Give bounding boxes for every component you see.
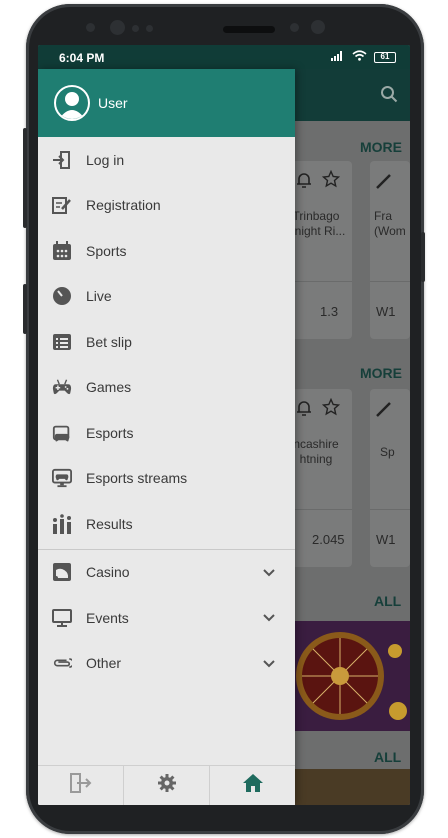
menu-item-casino[interactable]: Casino <box>38 550 295 596</box>
more-link: MORE <box>360 365 402 381</box>
card-separator <box>370 509 410 510</box>
star-icon <box>321 169 341 193</box>
menu-item-label: Live <box>86 288 112 305</box>
sensor-dot <box>86 23 95 32</box>
star-icon <box>321 397 341 421</box>
menu-item-sports[interactable]: Sports <box>38 228 295 274</box>
search-icon <box>380 85 398 108</box>
menu-item-esports-streams[interactable]: Esports streams <box>38 456 295 502</box>
live-icon <box>52 286 72 306</box>
speaker-grille <box>223 26 275 33</box>
front-camera <box>110 20 125 35</box>
status-time: 6:04 PM <box>59 51 105 65</box>
sport-icon <box>374 399 394 424</box>
status-icons: 61 <box>331 50 396 64</box>
event-card: Sp W1 <box>370 389 410 567</box>
games-icon <box>52 377 72 397</box>
power-button <box>421 232 425 282</box>
menu-item-label: Events <box>86 609 129 626</box>
menu-item-events[interactable]: Events <box>38 595 295 641</box>
user-name: User <box>98 95 128 111</box>
fortune-wheel-image <box>295 621 410 731</box>
menu-item-bet-slip[interactable]: Bet slip <box>38 319 295 365</box>
event-odds: 1.3 <box>320 304 339 319</box>
casino-icon <box>52 562 72 582</box>
promo-banner <box>295 769 410 805</box>
menu-item-label: Other <box>86 655 122 672</box>
menu-item-label: Sports <box>86 242 127 259</box>
logout-icon <box>69 773 92 798</box>
more-link: MORE <box>360 139 402 155</box>
user-avatar-icon <box>54 85 90 121</box>
chevron-down-icon[interactable] <box>263 564 275 580</box>
screen: 6:04 PM 61 MORE Trinbago Knight Ri... 1.… <box>38 45 410 805</box>
menu-item-label: Esports <box>86 424 134 441</box>
event-teams: Fra (Wom <box>374 209 406 238</box>
events-icon <box>52 608 72 628</box>
sensor-dot <box>132 25 139 32</box>
chevron-down-icon[interactable] <box>263 655 275 671</box>
event-card: Fra (Wom W1 <box>370 161 410 339</box>
menu-item-games[interactable]: Games <box>38 365 295 411</box>
menu-item-label: Casino <box>86 564 130 581</box>
menu-item-esports[interactable]: Esports <box>38 410 295 456</box>
logout-button[interactable] <box>38 766 124 805</box>
menu-item-label: Bet slip <box>86 333 132 350</box>
paperclip-icon <box>52 653 72 673</box>
bell-icon <box>296 171 312 194</box>
event-odds: W1 <box>376 532 396 547</box>
sensor-dot <box>290 23 299 32</box>
navigation-drawer: User Log in Registration Sports Live Bet… <box>38 69 295 805</box>
bet-slip-icon <box>52 332 72 352</box>
home-icon <box>242 773 264 798</box>
drawer-menu: Log in Registration Sports Live Bet slip… <box>38 137 295 686</box>
menu-item-live[interactable]: Live <box>38 274 295 320</box>
drawer-bottom-bar <box>38 765 295 805</box>
sports-icon <box>52 240 72 261</box>
chevron-down-icon[interactable] <box>263 609 275 625</box>
menu-item-results[interactable]: Results <box>38 501 295 547</box>
esports-icon <box>52 423 72 443</box>
registration-icon <box>52 195 72 215</box>
side-button <box>23 284 27 334</box>
home-button[interactable] <box>210 766 295 805</box>
login-icon <box>52 150 72 170</box>
all-link: ALL <box>374 593 402 609</box>
menu-item-label: Registration <box>86 197 161 214</box>
battery-icon: 61 <box>374 51 396 63</box>
drawer-header[interactable]: User <box>38 69 295 137</box>
gear-icon <box>157 773 177 798</box>
menu-item-registration[interactable]: Registration <box>38 183 295 229</box>
menu-item-label: Esports streams <box>86 470 188 487</box>
menu-item-label: Games <box>86 379 132 396</box>
casino-banner <box>295 621 410 731</box>
menu-item-other[interactable]: Other <box>38 641 295 687</box>
status-bar: 6:04 PM 61 <box>38 45 410 69</box>
event-odds: W1 <box>376 304 396 319</box>
bell-icon <box>296 399 312 422</box>
menu-item-label: Results <box>86 515 133 532</box>
sensor-dot <box>146 25 153 32</box>
card-separator <box>370 281 410 282</box>
signal-icon <box>331 50 345 64</box>
sport-icon <box>374 171 394 196</box>
event-odds: 2.045 <box>312 532 345 547</box>
event-teams: Sp <box>380 445 395 459</box>
esports-streams-icon <box>52 468 72 488</box>
sensor-dot <box>311 20 325 34</box>
wifi-icon <box>352 50 367 64</box>
menu-item-label: Log in <box>86 151 125 168</box>
volume-button <box>23 128 27 228</box>
all-link: ALL <box>374 749 402 765</box>
results-icon <box>52 513 72 534</box>
menu-item-log-in[interactable]: Log in <box>38 137 295 183</box>
settings-button[interactable] <box>124 766 210 805</box>
